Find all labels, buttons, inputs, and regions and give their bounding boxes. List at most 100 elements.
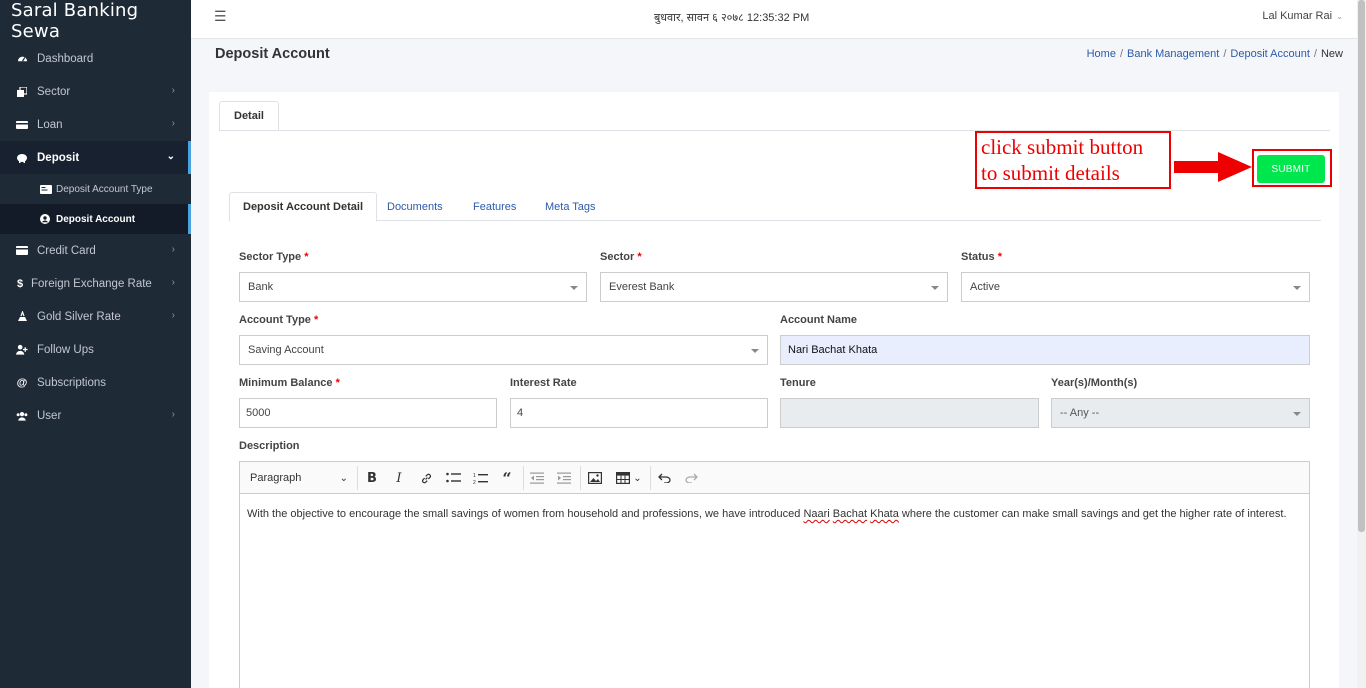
tab-meta-tags[interactable]: Meta Tags	[545, 192, 596, 221]
misspelled-word: Naari	[803, 508, 830, 520]
sector-type-value: Bank	[248, 281, 274, 293]
sidebar-item-label: Subscriptions	[37, 376, 107, 389]
italic-icon[interactable]: I	[389, 468, 409, 488]
tab-features[interactable]: Features	[473, 192, 516, 221]
brand-title[interactable]: Saral Banking Sewa	[0, 0, 191, 42]
sidebar: Saral Banking Sewa Dashboard Sector › Lo…	[0, 0, 191, 688]
chevron-right-icon: ›	[171, 409, 175, 420]
account-type-select[interactable]: Saving Account	[239, 335, 768, 365]
sidebar-subitem-deposit-account[interactable]: Deposit Account	[0, 204, 191, 234]
sidebar-subitem-deposit-account-type[interactable]: Deposit Account Type	[0, 174, 191, 204]
annotation-line-2: to submit details	[981, 161, 1120, 185]
user-menu[interactable]: Lal Kumar Rai ⌄	[1262, 10, 1343, 22]
indent-icon[interactable]	[554, 468, 574, 488]
sidebar-item-follow-ups[interactable]: Follow Ups	[0, 333, 191, 366]
sidebar-item-label: User	[37, 409, 62, 422]
account-type-value: Saving Account	[248, 344, 324, 356]
breadcrumb-deposit-account[interactable]: Deposit Account	[1230, 48, 1310, 60]
breadcrumb-bank-management[interactable]: Bank Management	[1127, 48, 1219, 60]
sidebar-item-loan[interactable]: Loan ›	[0, 108, 191, 141]
sidebar-item-label: Sector	[37, 85, 71, 98]
dollar-icon: $	[16, 277, 24, 290]
sidebar-subitem-label: Deposit Account Type	[56, 183, 153, 195]
undo-icon[interactable]	[654, 468, 674, 488]
toolbar-divider	[580, 466, 581, 490]
breadcrumb-home[interactable]: Home	[1087, 48, 1116, 60]
sector-select[interactable]: Everest Bank	[600, 272, 948, 302]
dropdown-arrow-icon	[570, 286, 578, 290]
minimum-balance-input[interactable]: 5000	[239, 398, 497, 428]
page-scrollbar[interactable]	[1357, 0, 1366, 688]
sidebar-item-label: Foreign Exchange Rate	[31, 277, 152, 290]
breadcrumb-separator: /	[1313, 48, 1317, 60]
page-title: Deposit Account	[215, 46, 330, 62]
redo-icon[interactable]	[681, 468, 701, 488]
account-name-input[interactable]: Nari Bachat Khata	[780, 335, 1310, 365]
annotation-callout: click submit button to submit details	[975, 131, 1171, 189]
at-icon: @	[16, 376, 28, 389]
status-label: Status *	[961, 251, 1002, 263]
tab-documents[interactable]: Documents	[387, 192, 443, 221]
sector-type-select[interactable]: Bank	[239, 272, 587, 302]
description-text: where the customer can make small saving…	[898, 508, 1287, 520]
bulleted-list-icon[interactable]	[443, 468, 463, 488]
insert-table-icon[interactable]: ⌄	[613, 468, 645, 488]
toolbar-divider	[357, 466, 358, 490]
blockquote-icon[interactable]: “	[497, 468, 517, 488]
description-text: With the objective to encourage the smal…	[247, 508, 804, 520]
chevron-right-icon: ›	[171, 277, 175, 288]
paragraph-style-dropdown[interactable]: Paragraph ⌄	[246, 468, 352, 488]
link-icon[interactable]	[416, 468, 436, 488]
editor-toolbar: Paragraph ⌄ B I 12 “ ⌄	[240, 462, 1309, 494]
sidebar-item-foreign-exchange-rate[interactable]: $ Foreign Exchange Rate ›	[0, 267, 191, 300]
chevron-right-icon: ›	[171, 310, 175, 321]
dropdown-arrow-icon	[1293, 286, 1301, 290]
status-value: Active	[970, 281, 1000, 293]
description-label: Description	[239, 440, 300, 452]
form-card: Detail click submit button to submit det…	[209, 92, 1339, 688]
dropdown-arrow-icon	[751, 349, 759, 353]
sidebar-item-subscriptions[interactable]: @ Subscriptions	[0, 366, 191, 399]
annotation-arrow-icon	[1174, 152, 1252, 182]
sidebar-item-dashboard[interactable]: Dashboard	[0, 42, 191, 75]
interest-rate-input[interactable]: 4	[510, 398, 768, 428]
sidebar-item-user[interactable]: User ›	[0, 399, 191, 432]
chevron-right-icon: ›	[171, 118, 175, 129]
breadcrumb-separator: /	[1223, 48, 1227, 60]
bold-icon[interactable]: B	[362, 468, 382, 488]
toolbar-divider	[523, 466, 524, 490]
scrollbar-thumb[interactable]	[1358, 0, 1365, 532]
account-name-label: Account Name	[780, 314, 858, 326]
minimum-balance-label: Minimum Balance *	[239, 377, 340, 389]
sidebar-item-label: Dashboard	[37, 52, 94, 65]
outdent-icon[interactable]	[527, 468, 547, 488]
current-datetime: बुधवार, सावन ६ २०७८ 12:35:32 PM	[654, 12, 810, 24]
sidebar-item-sector[interactable]: Sector ›	[0, 75, 191, 108]
svg-text:1: 1	[473, 473, 476, 479]
tab-detail[interactable]: Detail	[219, 101, 279, 131]
status-select[interactable]: Active	[961, 272, 1310, 302]
year-month-label: Year(s)/Month(s)	[1051, 377, 1138, 389]
sidebar-item-deposit[interactable]: Deposit ⌄	[0, 141, 191, 174]
sidebar-item-gold-silver-rate[interactable]: Gold Silver Rate ›	[0, 300, 191, 333]
chevron-right-icon: ›	[171, 244, 175, 255]
gold-icon	[16, 311, 28, 323]
dropdown-arrow-icon	[1293, 412, 1301, 416]
annotation-line-1: click submit button	[981, 135, 1144, 159]
insert-image-icon[interactable]	[585, 468, 605, 488]
hamburger-menu-icon[interactable]: ☰	[214, 8, 227, 25]
numbered-list-icon[interactable]: 12	[470, 468, 490, 488]
toolbar-divider	[650, 466, 651, 490]
svg-text:2: 2	[473, 480, 476, 485]
sidebar-item-label: Gold Silver Rate	[37, 310, 121, 323]
submit-highlight: SUBMIT	[1252, 149, 1332, 187]
tab-deposit-account-detail[interactable]: Deposit Account Detail	[229, 192, 377, 222]
year-month-select[interactable]: -- Any --	[1051, 398, 1310, 428]
tenure-input[interactable]	[780, 398, 1039, 428]
chevron-right-icon: ›	[171, 85, 175, 96]
submit-button[interactable]: SUBMIT	[1257, 155, 1325, 183]
description-content[interactable]: With the objective to encourage the smal…	[240, 494, 1309, 534]
users-icon	[16, 410, 28, 422]
sidebar-item-credit-card[interactable]: Credit Card ›	[0, 234, 191, 267]
sidebar-item-label: Credit Card	[37, 244, 96, 257]
